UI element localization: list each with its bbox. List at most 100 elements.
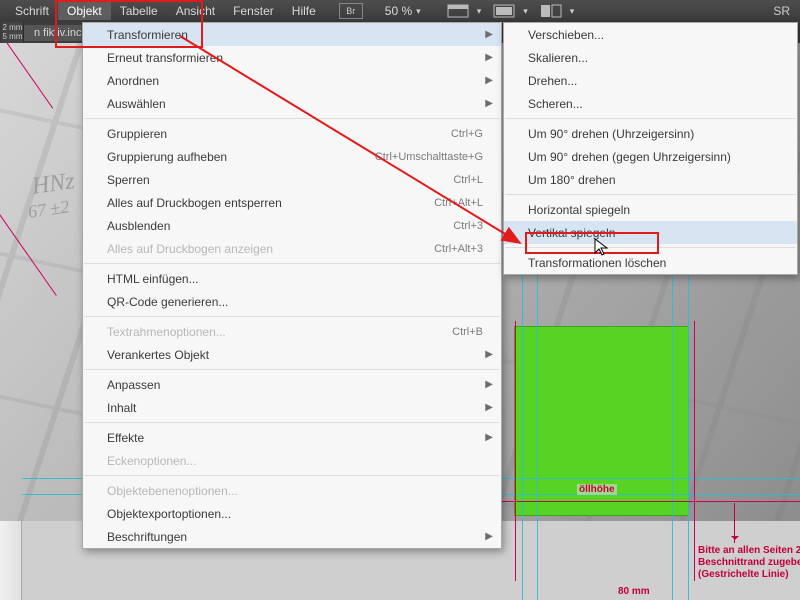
submenu-item-label: Um 90° drehen (Uhrzeigersinn) [528, 127, 694, 141]
menu-divider [84, 118, 500, 119]
menu-fenster[interactable]: Fenster [224, 2, 283, 20]
menu-item[interactable]: Verankertes Objekt ▶ [83, 343, 501, 366]
menu-item[interactable]: Gruppierung aufhebenCtrl+Umschalttaste+G [83, 145, 501, 168]
workspace-label[interactable]: SR [769, 4, 794, 18]
zoom-level[interactable]: 50 % [385, 4, 412, 18]
note-line-2: Beschnittrand zugeben! [698, 557, 800, 568]
menu-item[interactable]: QR-Code generieren... [83, 290, 501, 313]
fill-height-label: öllhöhe [577, 484, 617, 495]
submenu-item[interactable]: Skalieren... [504, 46, 797, 69]
menu-item: Textrahmenoptionen...Ctrl+B [83, 320, 501, 343]
submenu-item[interactable]: Drehen... [504, 69, 797, 92]
bleed-note: Bitte an allen Seiten 2 mm Beschnittrand… [698, 545, 800, 581]
menu-divider [84, 475, 500, 476]
submenu-item[interactable]: Scheren... [504, 92, 797, 115]
menu-item: Eckenoptionen... [83, 449, 501, 472]
submenu-item-label: Skalieren... [528, 51, 588, 65]
menu-item-label: Verankertes Objekt [107, 348, 209, 362]
arrange-icon[interactable] [538, 3, 564, 19]
zoom-dropdown-arrow-icon[interactable]: ▾ [416, 6, 421, 17]
menu-item-label: Alles auf Druckbogen anzeigen [107, 242, 273, 256]
menu-item: Objektebenenoptionen... [83, 479, 501, 502]
menu-divider [84, 263, 500, 264]
menu-item-label: Beschriftungen [107, 530, 187, 544]
menu-item-shortcut: Ctrl+B [412, 326, 483, 338]
menu-divider [84, 422, 500, 423]
view-mode-icon[interactable] [445, 3, 471, 19]
screen-mode-arrow-icon[interactable]: ▾ [523, 6, 528, 17]
submenu-item-label: Um 90° drehen (gegen Uhrzeigersinn) [528, 150, 731, 164]
menu-objekt[interactable]: Objekt [58, 2, 111, 20]
menu-item-label: Gruppieren [107, 127, 167, 141]
menu-item-label: Sperren [107, 173, 150, 187]
menu-item-label: Alles auf Druckbogen entsperren [107, 196, 282, 210]
submenu-item-label: Horizontal spiegeln [528, 203, 630, 217]
menu-item[interactable]: SperrenCtrl+L [83, 168, 501, 191]
menu-item[interactable]: Effekte▶ [83, 426, 501, 449]
submenu-item-label: Scheren... [528, 97, 583, 111]
menu-item[interactable]: HTML einfügen... [83, 267, 501, 290]
submenu-arrow-icon: ▶ [485, 29, 493, 40]
object-menu: Transformieren▶Erneut transformieren▶Ano… [82, 22, 502, 549]
transform-submenu: Verschieben... Skalieren... Drehen... Scher… [503, 22, 798, 275]
menu-item[interactable]: Alles auf Druckbogen entsperren Ctrl+Alt+… [83, 191, 501, 214]
menu-item[interactable]: Gruppieren Ctrl+G [83, 122, 501, 145]
menu-item: Alles auf Druckbogen anzeigenCtrl+Alt+3 [83, 237, 501, 260]
menu-item-label: Inhalt [107, 401, 136, 415]
menu-schrift[interactable]: Schrift [6, 2, 58, 20]
arrange-arrow-icon[interactable]: ▾ [570, 6, 575, 17]
bleed-line [694, 321, 695, 581]
submenu-arrow-icon: ▶ [485, 432, 493, 443]
menu-item[interactable]: Erneut transformieren▶ [83, 46, 501, 69]
note-line-3: (Gestrichelte Linie) [698, 569, 789, 580]
submenu-arrow-icon: ▶ [485, 402, 493, 413]
submenu-item[interactable]: Um 90° drehen (Uhrzeigersinn) [504, 122, 797, 145]
menu-item-shortcut: Ctrl+Umschalttaste+G [335, 151, 483, 163]
submenu-item-label: Drehen... [528, 74, 577, 88]
menu-hilfe[interactable]: Hilfe [283, 2, 325, 20]
unit-bottom: 5 mm [3, 33, 23, 41]
menu-item-label: QR-Code generieren... [107, 295, 228, 309]
submenu-item[interactable]: Um 180° drehen [504, 168, 797, 191]
submenu-item[interactable]: Transformationen löschen [504, 251, 797, 274]
menu-item-shortcut: Ctrl+3 [413, 220, 483, 232]
bleed-line [515, 321, 516, 581]
bridge-icon[interactable]: Br [339, 3, 363, 19]
submenu-item-label: Verschieben... [528, 28, 604, 42]
menu-divider [84, 369, 500, 370]
bottom-dimension: 80 mm [618, 586, 650, 597]
submenu-item[interactable]: Horizontal spiegeln [504, 198, 797, 221]
menu-item[interactable]: Auswählen▶ [83, 92, 501, 115]
submenu-item-label: Um 180° drehen [528, 173, 616, 187]
menu-item[interactable]: Transformieren ▶ [83, 23, 501, 46]
menu-item-label: Auswählen [107, 97, 166, 111]
submenu-arrow-icon: ▶ [485, 349, 493, 360]
submenu-item[interactable]: Vertikal spiegeln [504, 221, 797, 244]
screen-mode-icon[interactable] [491, 3, 517, 19]
menu-item[interactable]: AusblendenCtrl+3 [83, 214, 501, 237]
menu-item-label: Objektexportoptionen... [107, 507, 231, 521]
menu-item[interactable]: Objektexportoptionen... [83, 502, 501, 525]
menu-item[interactable]: Beschriftungen▶ [83, 525, 501, 548]
submenu-arrow-icon: ▶ [485, 379, 493, 390]
menu-item[interactable]: Anpassen▶ [83, 373, 501, 396]
menu-divider [505, 247, 796, 248]
menu-item[interactable]: Inhalt ▶ [83, 396, 501, 419]
menu-ansicht[interactable]: Ansicht [167, 2, 224, 20]
menu-item-label: Anordnen [107, 74, 159, 88]
menu-item-label: HTML einfügen... [107, 272, 199, 286]
menu-divider [505, 118, 796, 119]
menu-divider [84, 316, 500, 317]
unit-top: 2 mm [3, 24, 23, 32]
submenu-item[interactable]: Um 90° drehen (gegen Uhrzeigersinn) [504, 145, 797, 168]
menu-item-label: Transformieren [107, 28, 188, 42]
submenu-item[interactable]: Verschieben... [504, 23, 797, 46]
menu-item[interactable]: Anordnen▶ [83, 69, 501, 92]
menu-item-label: Objektebenenoptionen... [107, 484, 238, 498]
ruler-origin: 2 mm 5 mm [2, 22, 24, 43]
note-arrow-icon [734, 503, 735, 543]
view-mode-arrow-icon[interactable]: ▾ [477, 6, 482, 17]
menu-item-shortcut: Ctrl+Alt+L [394, 197, 483, 209]
menu-tabelle[interactable]: Tabelle [111, 2, 167, 20]
menu-item-shortcut: Ctrl+G [411, 128, 483, 140]
